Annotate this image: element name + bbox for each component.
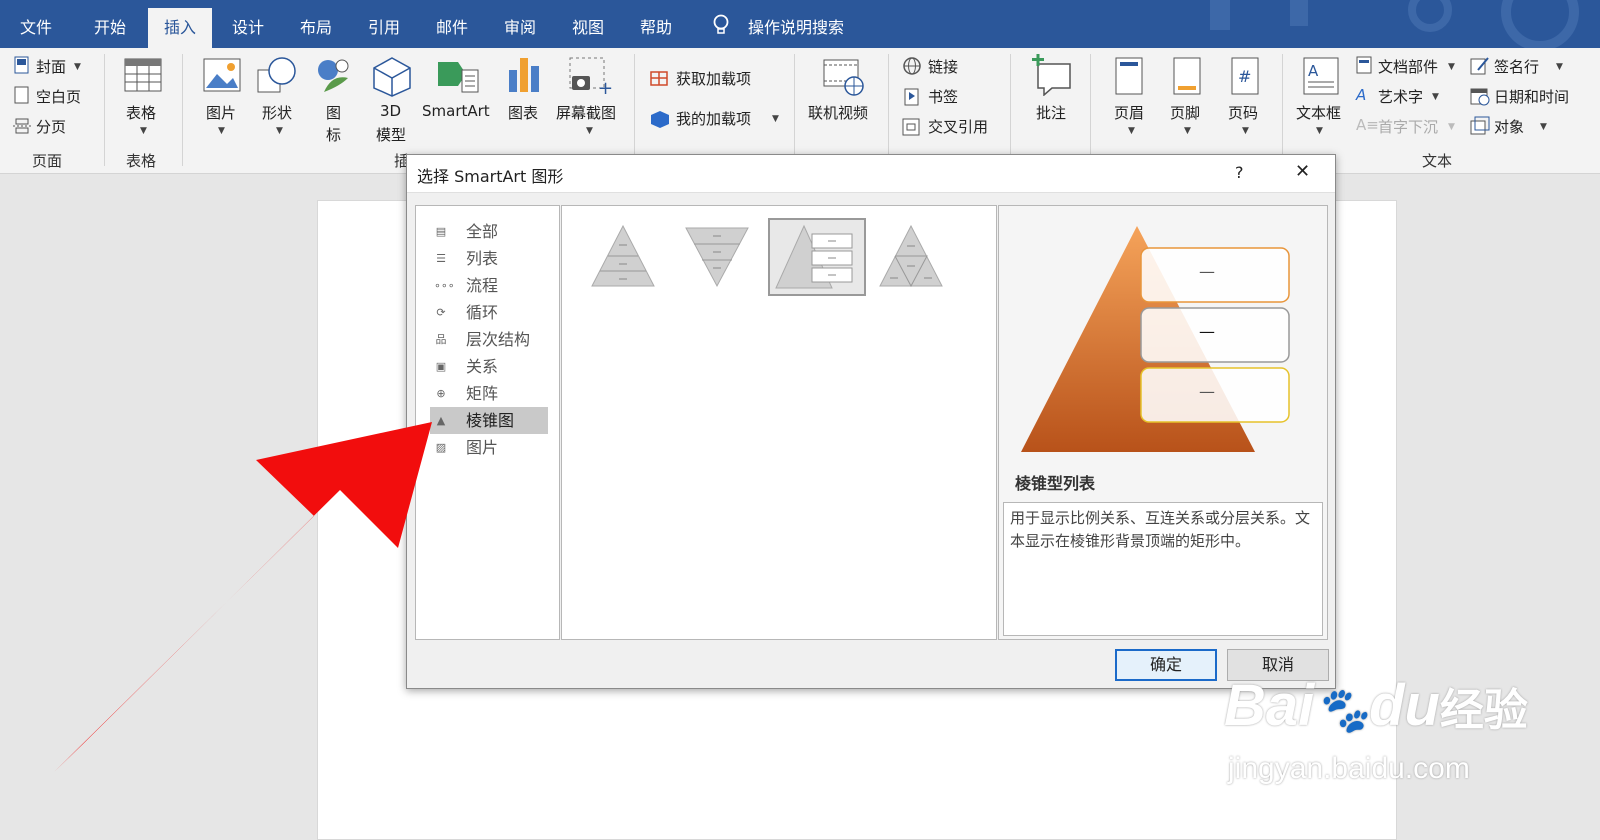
paw-icon: 🐾 [1314, 686, 1370, 735]
watermark-brand: Bai🐾du经验 [1224, 673, 1528, 738]
watermark-url: jingyan.baidu.com [1228, 752, 1470, 785]
